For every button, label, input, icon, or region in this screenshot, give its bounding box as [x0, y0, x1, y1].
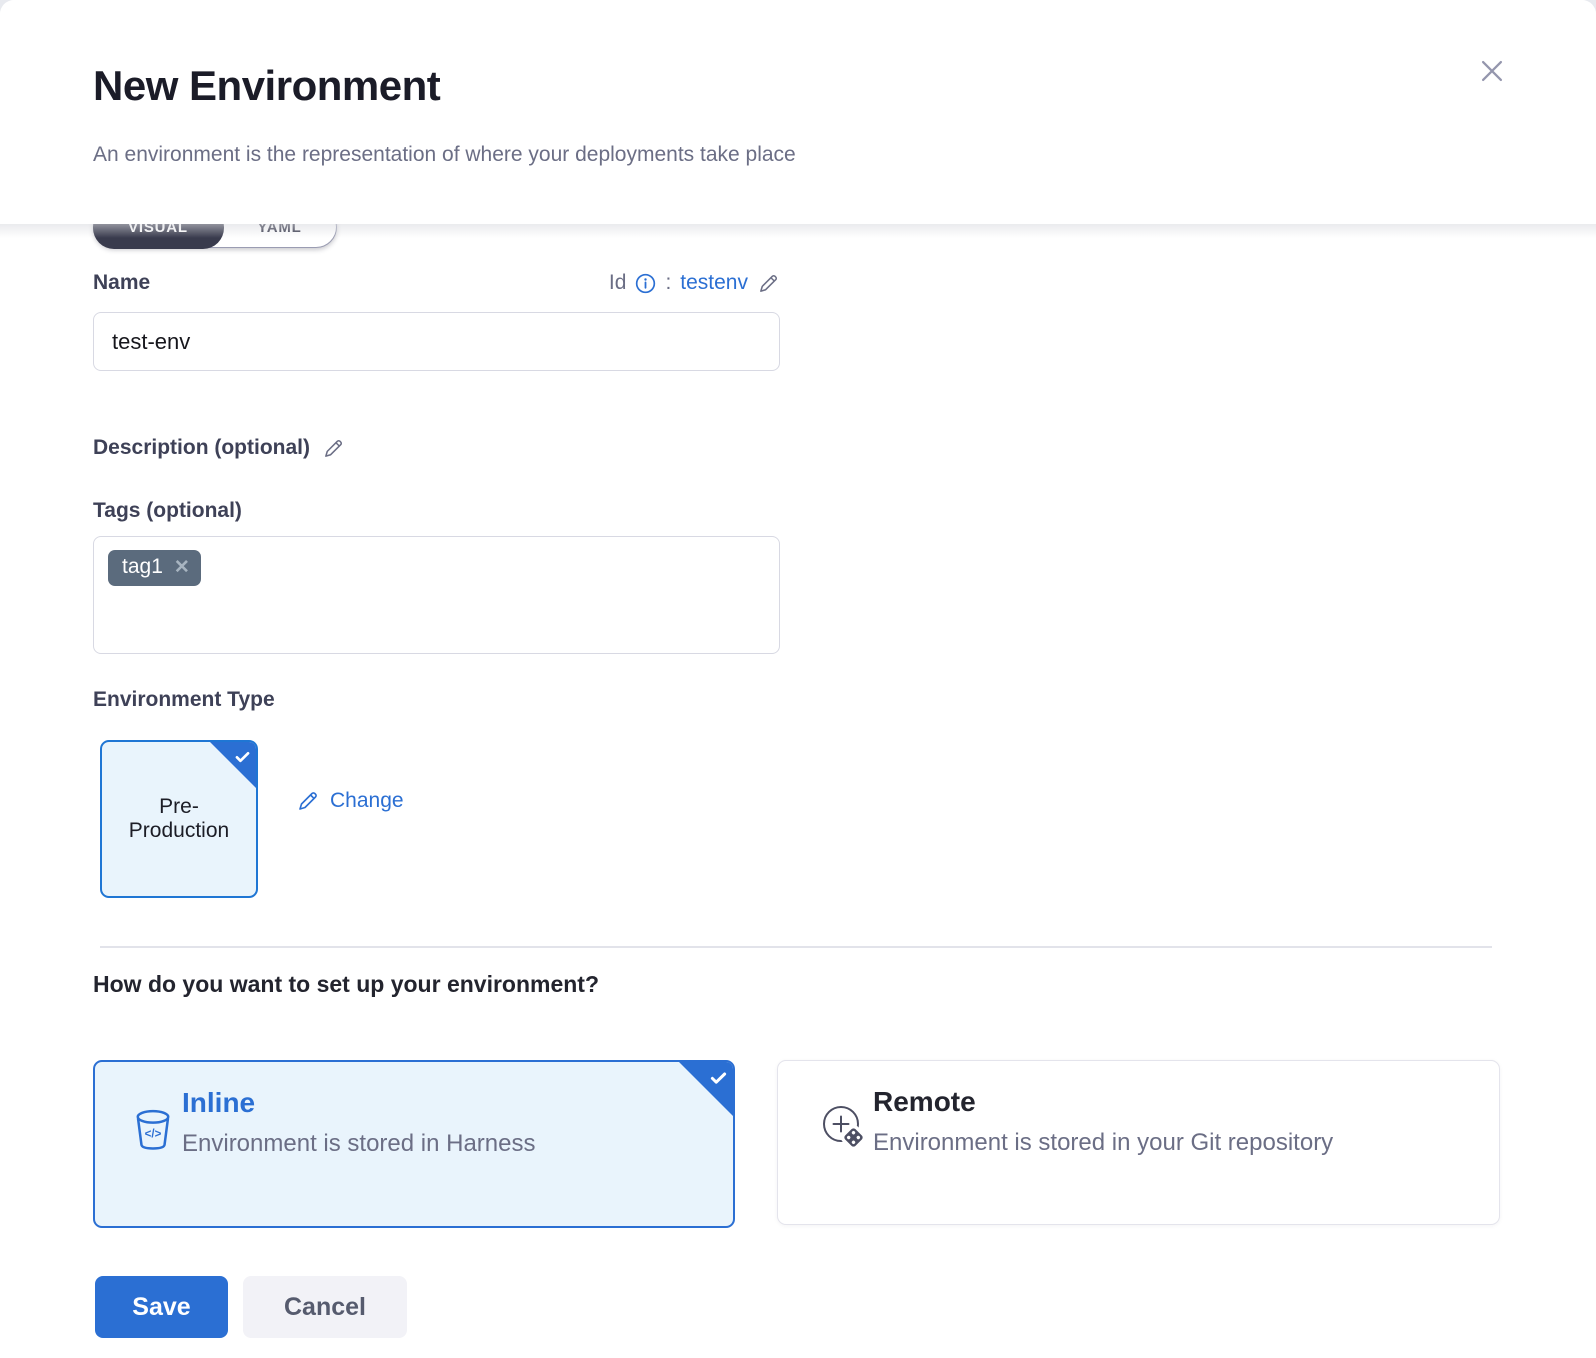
tag-remove-icon[interactable]: ✕	[174, 558, 190, 577]
tag-chip: tag1 ✕	[108, 550, 201, 586]
section-divider	[100, 946, 1492, 948]
setup-option-inline[interactable]: </> Inline Environment is stored in Harn…	[93, 1060, 735, 1228]
remote-option-title: Remote	[873, 1086, 976, 1118]
id-separator: :	[665, 271, 671, 295]
id-value-link[interactable]: testenv	[680, 271, 748, 295]
setup-option-remote[interactable]: Remote Environment is stored in your Git…	[777, 1060, 1500, 1225]
description-label: Description (optional)	[93, 436, 310, 460]
selected-check-corner	[210, 742, 256, 788]
info-icon[interactable]	[635, 273, 656, 294]
description-row: Description (optional)	[93, 436, 345, 460]
change-environment-type-link[interactable]: Change	[296, 789, 404, 813]
setup-heading: How do you want to set up your environme…	[93, 971, 599, 998]
inline-selected-check-corner	[679, 1062, 733, 1116]
name-input[interactable]	[93, 312, 780, 371]
inline-harness-store-icon: </>	[135, 1109, 171, 1156]
name-label: Name	[93, 271, 150, 295]
close-icon	[1473, 78, 1511, 93]
page-title: New Environment	[93, 62, 440, 110]
modal-subtitle: An environment is the representation of …	[93, 143, 796, 167]
remote-option-description: Environment is stored in your Git reposi…	[873, 1129, 1333, 1157]
inline-option-description: Environment is stored in Harness	[182, 1130, 535, 1158]
edit-id-pencil-icon[interactable]	[757, 272, 780, 295]
svg-text:</>: </>	[145, 1128, 162, 1140]
tags-label: Tags (optional)	[93, 499, 242, 523]
modal-header: New Environment An environment is the re…	[0, 0, 1596, 224]
edit-description-pencil-icon[interactable]	[322, 437, 345, 460]
inline-option-title: Inline	[182, 1087, 255, 1119]
header-shadow	[0, 224, 1596, 238]
change-label: Change	[330, 789, 404, 813]
check-icon	[712, 1074, 724, 1082]
environment-type-card-pre-production[interactable]: Pre-Production	[100, 740, 258, 898]
close-button[interactable]	[1472, 52, 1512, 92]
page-background: New Environment An environment is the re…	[0, 0, 1596, 1358]
pre-production-card-label: Pre-Production	[114, 795, 244, 843]
remote-git-repo-icon	[819, 1099, 869, 1160]
cancel-button[interactable]: Cancel	[243, 1276, 407, 1338]
environment-type-label: Environment Type	[93, 688, 275, 712]
change-pencil-icon	[296, 789, 320, 813]
tags-input[interactable]: tag1 ✕	[93, 536, 780, 654]
check-icon	[237, 753, 248, 760]
id-row: Id : testenv	[556, 271, 780, 295]
save-button[interactable]: Save	[95, 1276, 228, 1338]
id-label: Id	[609, 271, 627, 295]
tag-chip-label: tag1	[122, 555, 163, 579]
new-environment-modal: New Environment An environment is the re…	[0, 0, 1596, 1358]
